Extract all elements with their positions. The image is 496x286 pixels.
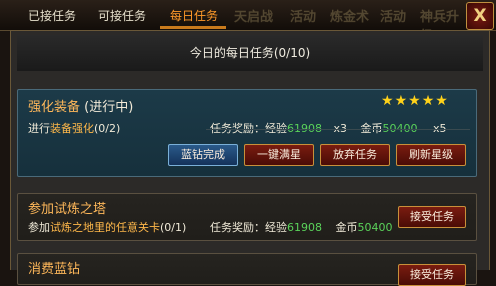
accept-quest-button[interactable]: 接受任务 <box>398 264 466 286</box>
reward-gold-label: 金币 <box>335 221 358 234</box>
quest-title-text: 强化装备 <box>28 100 81 115</box>
quest-divider <box>206 129 470 130</box>
diamond-complete-button[interactable]: 蓝钻完成 <box>168 144 238 166</box>
quest-status: (进行中) <box>84 100 134 115</box>
quest-reward: 任务奖励：经验61908 x3 金币50400 x5 <box>210 120 447 136</box>
quest-card-spend-diamonds[interactable]: 消费蓝钻 接受任务 <box>17 253 477 286</box>
background-label: 炼金术 <box>330 10 370 25</box>
background-label: 活动 <box>380 10 407 25</box>
star-icon: ★ <box>381 93 394 109</box>
quest-title: 消费蓝钻 <box>28 262 81 277</box>
quest-progress: 进行装备强化(0/2) <box>28 120 120 136</box>
close-icon[interactable]: X <box>466 2 494 30</box>
tab-available-quests[interactable]: 可接任务 <box>94 6 150 26</box>
quest-card-strengthen-equipment[interactable]: 强化装备 (进行中) ★★★★★ 进行装备强化(0/2) 任务奖励：经验6190… <box>17 89 477 177</box>
background-label: 神兵升级 <box>420 10 460 30</box>
progress-prefix: 参加 <box>28 221 50 234</box>
tab-accepted-quests[interactable]: 已接任务 <box>24 6 80 26</box>
refresh-stars-button[interactable]: 刷新星级 <box>396 144 466 166</box>
quest-star-rating: ★★★★★ <box>380 93 448 109</box>
reward-exp: 61908 <box>287 221 322 234</box>
quest-reward: 任务奖励：经验61908 金币50400 <box>210 219 393 235</box>
star-icon: ★ <box>408 93 421 109</box>
reward-gold: 50400 <box>357 221 393 234</box>
progress-prefix: 进行 <box>28 122 50 135</box>
star-icon: ★ <box>421 93 435 109</box>
accept-quest-button[interactable]: 接受任务 <box>398 206 466 228</box>
reward-label: 任务奖励：经验 <box>210 221 287 234</box>
quest-card-trial-tower[interactable]: 参加试炼之塔 参加试炼之地里的任意关卡(0/1) 任务奖励：经验61908 金币… <box>17 193 477 241</box>
quest-title: 强化装备 (进行中) <box>28 96 133 115</box>
active-tab-indicator <box>160 26 226 29</box>
progress-count: (0/2) <box>94 122 121 135</box>
daily-quest-panel: 今日的每日任务(0/10) 强化装备 (进行中) ★★★★★ 进行装备强化(0/… <box>10 30 490 286</box>
star-icon: ★ <box>435 93 448 109</box>
background-label: 天启战 <box>234 10 274 25</box>
progress-target-link[interactable]: 试炼之地里的任意关卡 <box>50 221 160 234</box>
tab-daily-quests[interactable]: 每日任务 <box>166 6 222 26</box>
abandon-quest-button[interactable]: 放弃任务 <box>320 144 390 166</box>
progress-target-link[interactable]: 装备强化 <box>50 122 94 135</box>
progress-count: (0/1) <box>160 221 187 234</box>
quest-title: 参加试炼之塔 <box>28 202 107 217</box>
daily-quest-count: 今日的每日任务(0/10) <box>17 35 483 71</box>
tab-bar: 已接任务 可接任务 每日任务 天启战 活动 炼金术 活动 神兵升级 X <box>0 0 496 31</box>
star-icon: ★ <box>394 93 408 109</box>
background-menu-strip: 天启战 活动 炼金术 活动 神兵升级 <box>232 0 464 30</box>
quest-progress: 参加试炼之地里的任意关卡(0/1) <box>28 219 186 235</box>
max-stars-button[interactable]: 一键满星 <box>244 144 314 166</box>
background-label: 活动 <box>290 10 317 25</box>
